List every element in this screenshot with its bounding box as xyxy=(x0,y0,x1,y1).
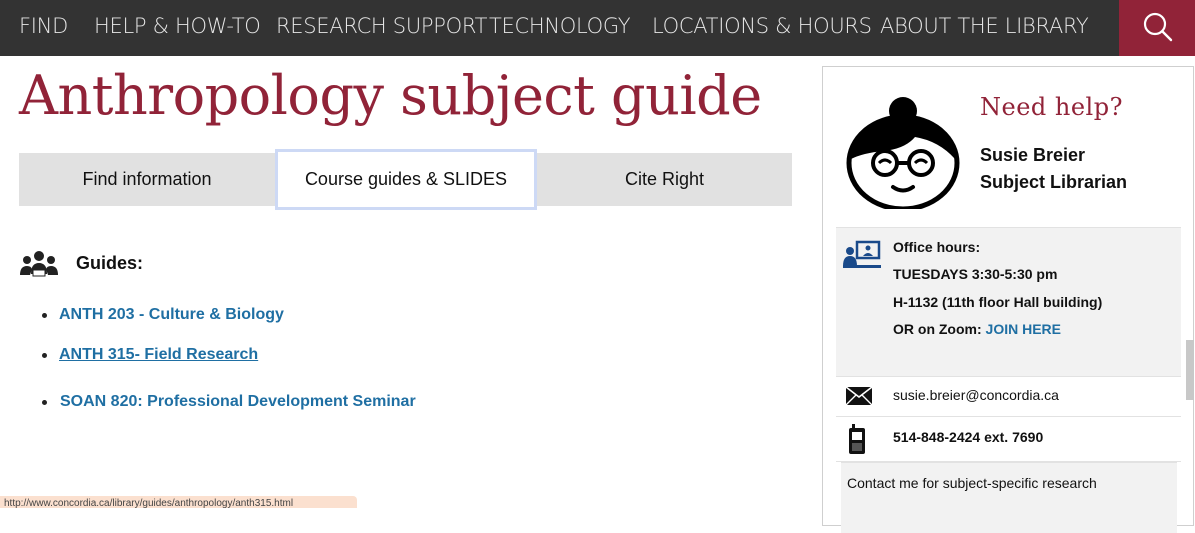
nav-item-find[interactable]: FIND xyxy=(19,0,68,56)
top-navigation: FIND HELP & HOW-TO RESEARCH SUPPORT TECH… xyxy=(0,0,1195,56)
nav-item-help-how-to[interactable]: HELP & HOW-TO xyxy=(94,0,261,56)
envelope-icon xyxy=(846,387,872,405)
bullet xyxy=(42,400,47,405)
help-sidebar: Need help? Susie Breier Subject Libraria… xyxy=(822,66,1194,533)
online-meeting-icon xyxy=(843,240,881,268)
guide-link-anth-203[interactable]: ANTH 203 - Culture & Biology xyxy=(59,306,284,324)
guides-heading: Guides: xyxy=(76,253,144,273)
zoom-join-link[interactable]: JOIN HERE xyxy=(986,321,1061,337)
bullet xyxy=(42,353,47,358)
nav-item-research-support[interactable]: RESEARCH SUPPORT xyxy=(276,0,487,56)
phone-number: 514-848-2424 ext. 7690 xyxy=(893,429,1044,445)
librarian-avatar-icon xyxy=(846,97,960,209)
contact-note: Contact me for subject-specific research xyxy=(841,462,1177,533)
office-hours-time: TUESDAYS 3:30-5:30 pm xyxy=(893,266,1058,282)
librarian-role: Subject Librarian xyxy=(980,172,1128,192)
page-title: Anthropology subject guide xyxy=(19,64,762,127)
librarian-name: Susie Breier xyxy=(980,145,1086,165)
nav-item-about-the-library[interactable]: ABOUT THE LIBRARY xyxy=(880,0,1089,56)
nav-item-technology[interactable]: TECHNOLOGY xyxy=(489,0,631,56)
email-address[interactable]: susie.breier@concordia.ca xyxy=(893,387,1059,403)
office-hours-label: Office hours: xyxy=(893,239,981,255)
office-hours-box: Office hours: TUESDAYS 3:30-5:30 pm H-11… xyxy=(836,227,1181,377)
guide-link-anth-315[interactable]: ANTH 315- Field Research xyxy=(59,346,258,364)
tab-find-information[interactable]: Find information xyxy=(19,153,275,206)
search-button[interactable] xyxy=(1119,0,1195,56)
tab-cite-right[interactable]: Cite Right xyxy=(537,153,792,206)
group-icon xyxy=(20,251,58,277)
office-hours-zoom: OR on Zoom: JOIN HERE xyxy=(893,321,1061,337)
tab-bar: Find information Course guides & SLIDES … xyxy=(19,149,792,210)
scrollbar[interactable] xyxy=(1186,340,1194,400)
phone-icon xyxy=(849,424,865,454)
search-icon xyxy=(1143,12,1173,42)
office-hours-location: H-1132 (11th floor Hall building) xyxy=(893,294,1103,310)
contact-note-text: Contact me for subject-specific research xyxy=(847,475,1097,491)
email-row: susie.breier@concordia.ca xyxy=(836,376,1181,417)
nav-item-locations-hours[interactable]: LOCATIONS & HOURS xyxy=(652,0,872,56)
guide-link-soan-820[interactable]: SOAN 820: Professional Development Semin… xyxy=(60,393,416,411)
tab-course-guides-slides[interactable]: Course guides & SLIDES xyxy=(275,149,537,210)
zoom-prefix: OR on Zoom: xyxy=(893,321,982,337)
need-help-title: Need help? xyxy=(980,93,1123,121)
status-url: http://www.concordia.ca/library/guides/a… xyxy=(0,496,357,508)
bullet xyxy=(42,313,47,318)
phone-row: 514-848-2424 ext. 7690 xyxy=(836,417,1181,462)
